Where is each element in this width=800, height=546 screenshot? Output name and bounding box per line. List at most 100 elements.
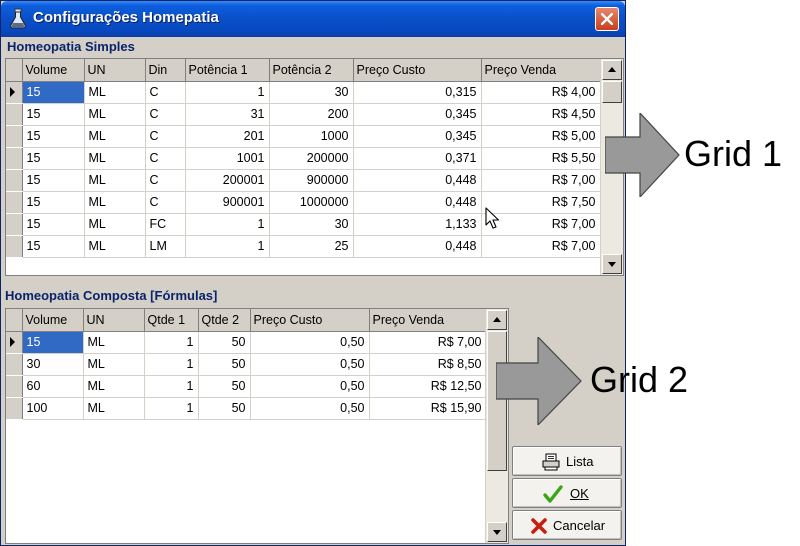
- cell[interactable]: C: [145, 103, 186, 126]
- row-indicator[interactable]: [6, 353, 23, 376]
- grid1-row[interactable]: 15 ML C 200001 900000 0,448 R$ 7,00: [6, 169, 601, 192]
- grid1-col-preco-venda[interactable]: Preço Venda: [481, 59, 601, 82]
- cell[interactable]: 25: [269, 235, 354, 258]
- cancelar-button[interactable]: Cancelar: [512, 510, 622, 540]
- cell[interactable]: 50: [198, 331, 251, 354]
- cell[interactable]: 1001: [185, 147, 270, 170]
- cell[interactable]: 0,371: [353, 147, 482, 170]
- cell[interactable]: 900001: [185, 191, 270, 214]
- cell[interactable]: C: [145, 125, 186, 148]
- cell[interactable]: 0,345: [353, 125, 482, 148]
- cell[interactable]: 15: [22, 191, 85, 214]
- cell[interactable]: 0,50: [250, 375, 370, 398]
- cell[interactable]: 1: [185, 81, 270, 104]
- cell[interactable]: ML: [83, 353, 145, 376]
- cell[interactable]: 15: [22, 235, 85, 258]
- cell[interactable]: 30: [269, 213, 354, 236]
- lista-button[interactable]: Lista: [512, 446, 622, 476]
- cell[interactable]: 50: [198, 375, 251, 398]
- cell[interactable]: 900000: [269, 169, 354, 192]
- grid1-col-preco-custo[interactable]: Preço Custo: [353, 59, 482, 82]
- cell[interactable]: 15: [22, 213, 85, 236]
- cell[interactable]: ML: [84, 191, 146, 214]
- ok-button[interactable]: OK: [512, 478, 622, 508]
- grid1-row[interactable]: 15 ML C 1 30 0,315 R$ 4,00: [6, 81, 601, 104]
- row-indicator[interactable]: [6, 169, 23, 192]
- grid1-row[interactable]: 15 ML FC 1 30 1,133 R$ 7,00: [6, 213, 601, 236]
- row-indicator[interactable]: [6, 331, 23, 354]
- grid1[interactable]: Volume UN Din Potência 1 Potência 2 Preç…: [5, 58, 624, 276]
- cell[interactable]: 1,133: [353, 213, 482, 236]
- cell[interactable]: C: [145, 191, 186, 214]
- cell[interactable]: R$ 8,50: [369, 353, 487, 376]
- grid2-col-preco-venda[interactable]: Preço Venda: [369, 309, 487, 332]
- grid2-col-un[interactable]: UN: [83, 309, 145, 332]
- cell[interactable]: R$ 7,00: [481, 169, 601, 192]
- grid1-col-volume[interactable]: Volume: [22, 59, 85, 82]
- cell[interactable]: R$ 5,50: [481, 147, 601, 170]
- cell[interactable]: 30: [22, 353, 84, 376]
- row-indicator[interactable]: [6, 213, 23, 236]
- grid2[interactable]: Volume UN Qtde 1 Qtde 2 Preço Custo Preç…: [5, 308, 509, 544]
- grid2-col-qtde2[interactable]: Qtde 2: [198, 309, 251, 332]
- cell[interactable]: ML: [84, 125, 146, 148]
- cell[interactable]: 1000000: [269, 191, 354, 214]
- grid1-col-din[interactable]: Din: [145, 59, 186, 82]
- cell[interactable]: 60: [22, 375, 84, 398]
- grid2-col-volume[interactable]: Volume: [22, 309, 84, 332]
- grid1-col-potencia1[interactable]: Potência 1: [185, 59, 270, 82]
- grid1-scroll-down-button[interactable]: [602, 254, 622, 274]
- grid2-row[interactable]: 15 ML 1 50 0,50 R$ 7,00: [6, 331, 487, 354]
- cell[interactable]: ML: [84, 103, 146, 126]
- cell[interactable]: C: [145, 81, 186, 104]
- grid1-row[interactable]: 15 ML C 201 1000 0,345 R$ 5,00: [6, 125, 601, 148]
- cell[interactable]: 0,50: [250, 353, 370, 376]
- grid1-col-potencia2[interactable]: Potência 2: [269, 59, 354, 82]
- cell[interactable]: R$ 15,90: [369, 397, 487, 420]
- cell[interactable]: R$ 5,00: [481, 125, 601, 148]
- row-indicator[interactable]: [6, 81, 23, 104]
- cell[interactable]: 0,50: [250, 397, 370, 420]
- grid1-row[interactable]: 15 ML C 1001 200000 0,371 R$ 5,50: [6, 147, 601, 170]
- grid2-scroll-up-button[interactable]: [487, 310, 507, 330]
- cell[interactable]: C: [145, 147, 186, 170]
- grid1-scroll-up-button[interactable]: [602, 60, 622, 80]
- grid1-col-un[interactable]: UN: [84, 59, 146, 82]
- cell[interactable]: 0,448: [353, 169, 482, 192]
- close-button[interactable]: [595, 7, 619, 31]
- cell[interactable]: 1: [144, 397, 199, 420]
- row-indicator[interactable]: [6, 103, 23, 126]
- grid2-row[interactable]: 30 ML 1 50 0,50 R$ 8,50: [6, 353, 487, 376]
- row-indicator[interactable]: [6, 235, 23, 258]
- cell[interactable]: ML: [83, 331, 145, 354]
- grid1-row[interactable]: 15 ML C 31 200 0,345 R$ 4,50: [6, 103, 601, 126]
- row-indicator[interactable]: [6, 375, 23, 398]
- cell[interactable]: 50: [198, 353, 251, 376]
- cell[interactable]: 100: [22, 397, 84, 420]
- cell[interactable]: ML: [84, 235, 146, 258]
- cell[interactable]: R$ 4,50: [481, 103, 601, 126]
- grid2-col-qtde1[interactable]: Qtde 1: [144, 309, 199, 332]
- cell[interactable]: R$ 12,50: [369, 375, 487, 398]
- cell[interactable]: 30: [269, 81, 354, 104]
- cell[interactable]: 1: [144, 353, 199, 376]
- grid2-col-preco-custo[interactable]: Preço Custo: [250, 309, 370, 332]
- cell[interactable]: 200: [269, 103, 354, 126]
- cell[interactable]: 1000: [269, 125, 354, 148]
- cell[interactable]: 1: [144, 331, 199, 354]
- cell[interactable]: 31: [185, 103, 270, 126]
- cell[interactable]: 0,50: [250, 331, 370, 354]
- row-indicator[interactable]: [6, 191, 23, 214]
- cell[interactable]: R$ 7,00: [369, 331, 487, 354]
- cell[interactable]: 15: [22, 147, 85, 170]
- cell[interactable]: LM: [145, 235, 186, 258]
- cell[interactable]: 0,448: [353, 191, 482, 214]
- grid1-row[interactable]: 15 ML C 900001 1000000 0,448 R$ 7,50: [6, 191, 601, 214]
- cell[interactable]: 50: [198, 397, 251, 420]
- row-indicator[interactable]: [6, 125, 23, 148]
- cell[interactable]: 0,345: [353, 103, 482, 126]
- cell[interactable]: ML: [84, 213, 146, 236]
- cell[interactable]: 15: [22, 103, 85, 126]
- cell[interactable]: 15: [22, 125, 85, 148]
- grid2-row[interactable]: 60 ML 1 50 0,50 R$ 12,50: [6, 375, 487, 398]
